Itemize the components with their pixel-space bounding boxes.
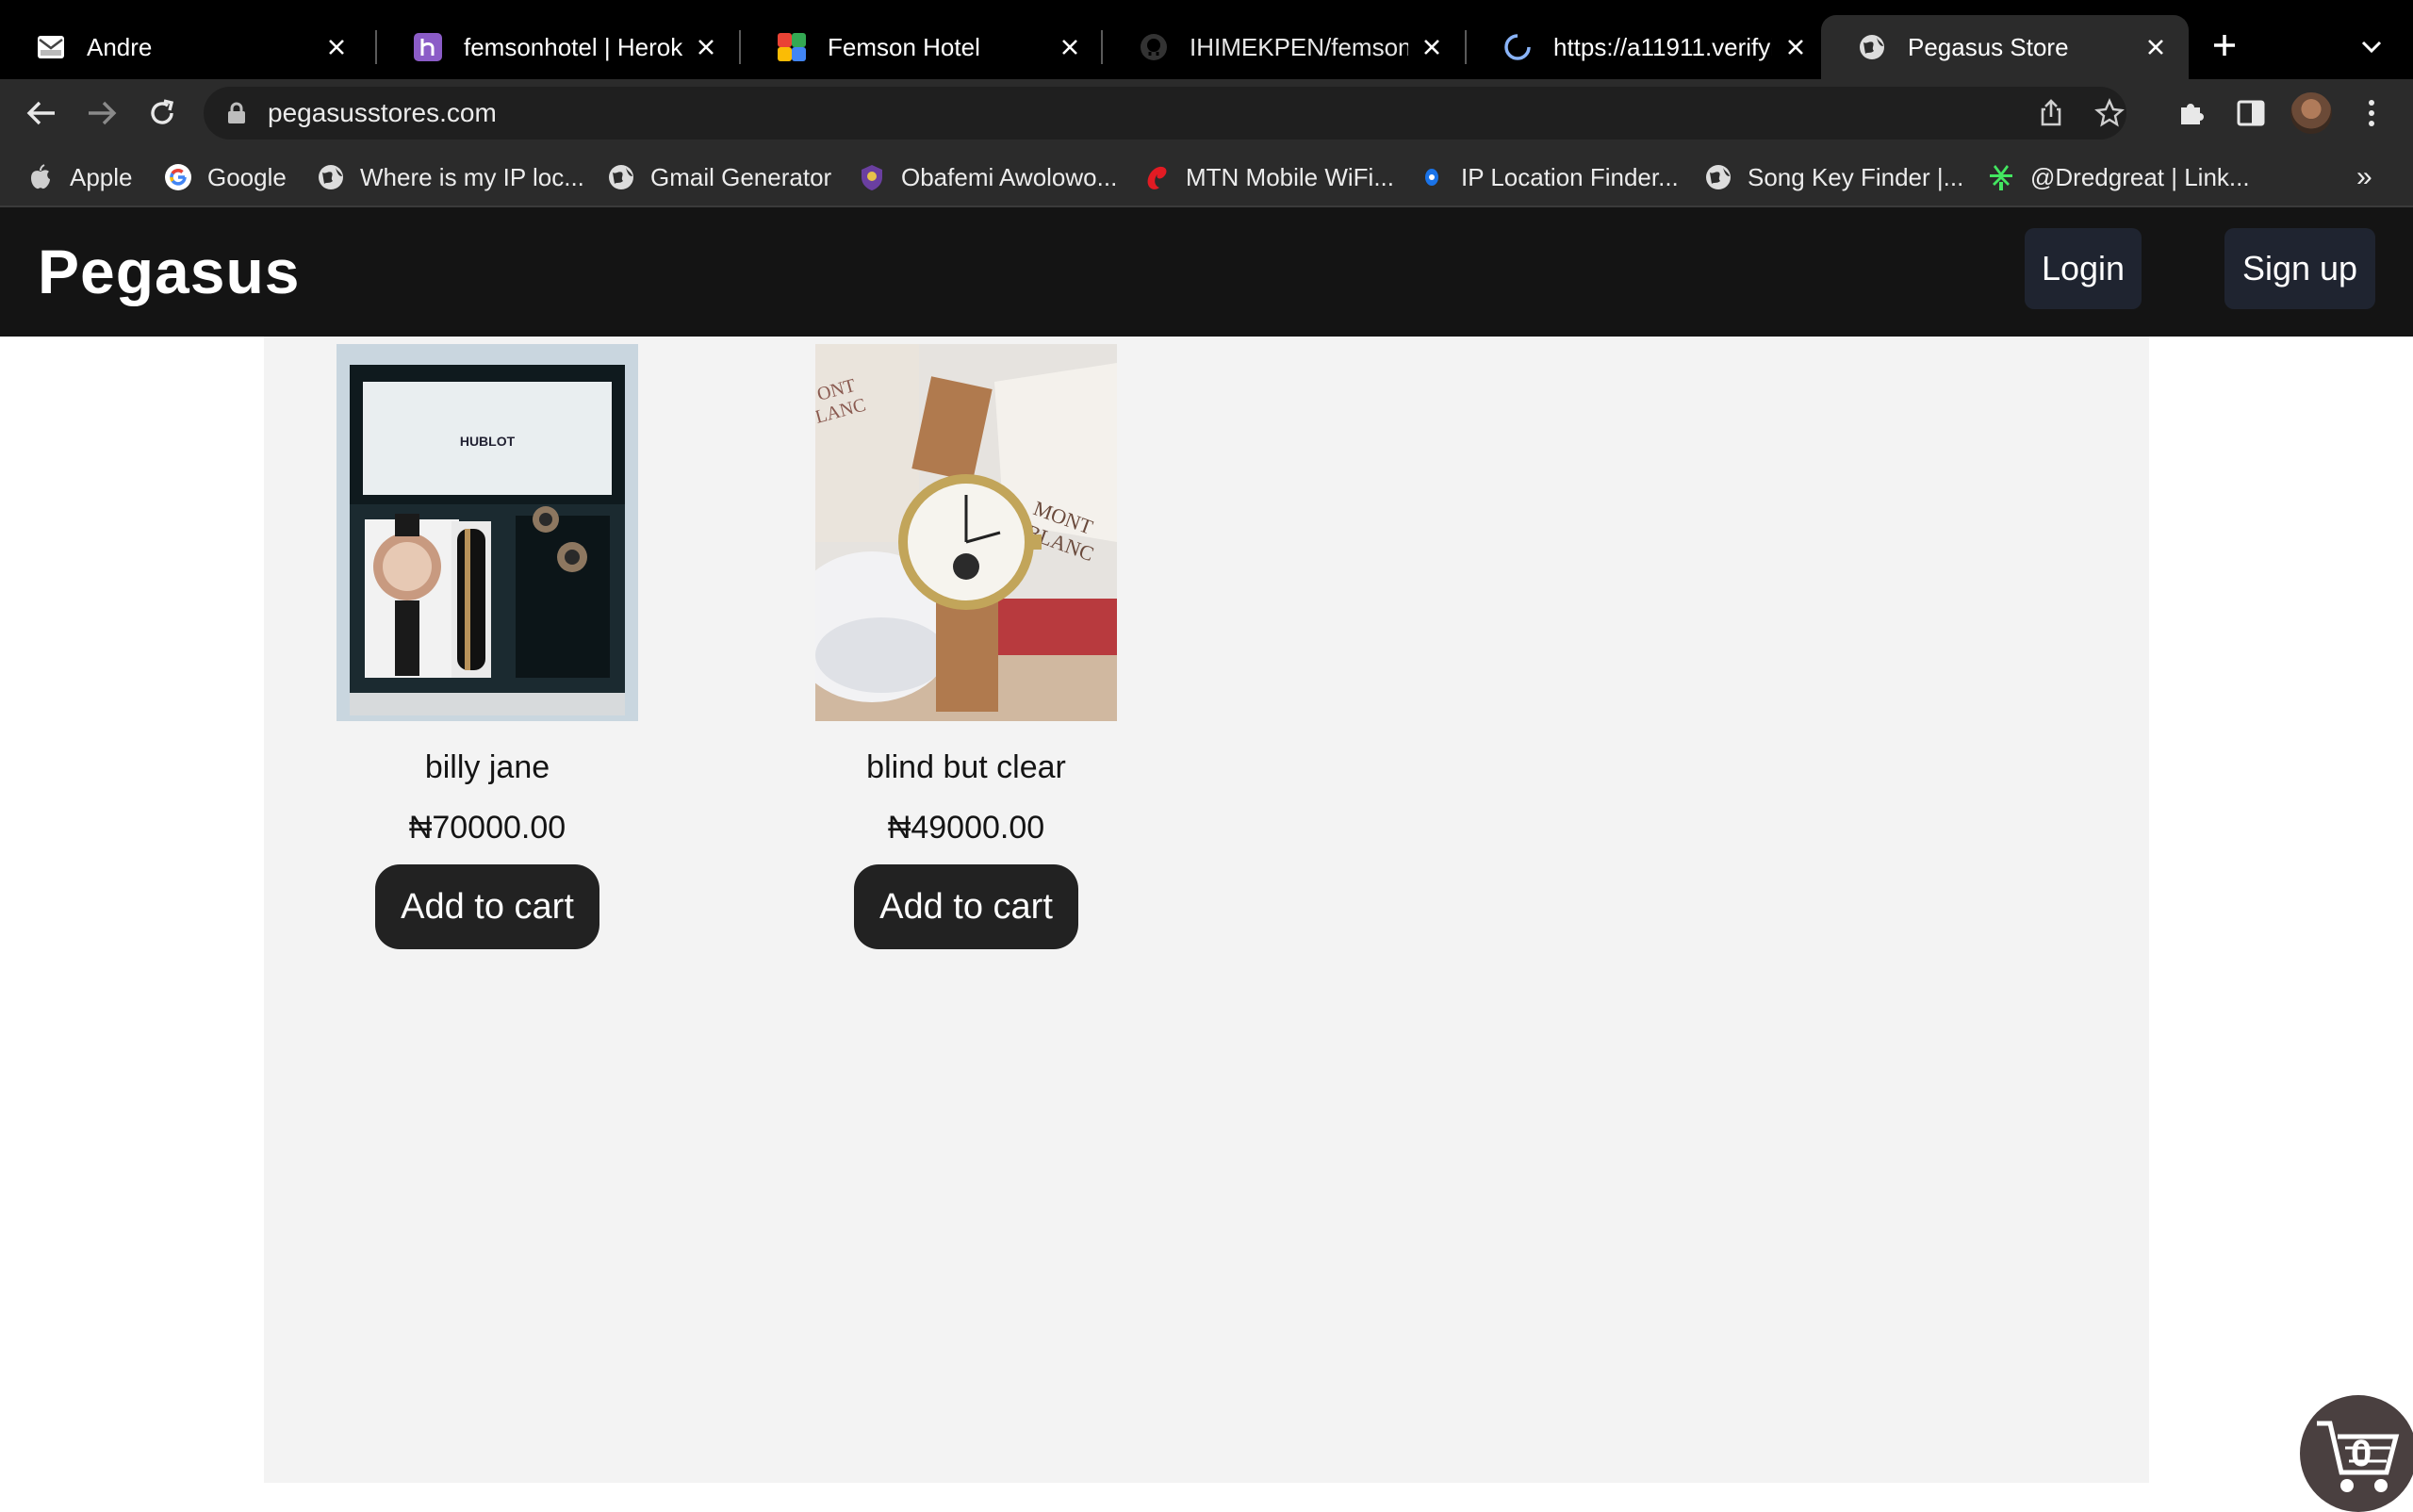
browser-tab-strip: Andre femsonhotel | Heroku Femson Hotel … [0,0,2413,79]
globe-icon [607,163,635,191]
github-icon [1139,32,1169,62]
product-price: ₦70000.00 [408,810,566,846]
tab-title: IHIMEKPEN/femson-hotel [1190,32,1408,61]
add-to-cart-button[interactable]: Add to cart [375,864,599,949]
tab-title: https://a11911.verifyisr [1553,32,1772,61]
bookmark-google[interactable]: Google [164,158,287,196]
bookmark-label: IP Location Finder... [1461,162,1679,191]
cart-count-badge: 0 [2351,1433,2372,1474]
hublot-watch-box-image: HUBLOT [337,344,638,721]
crest-icon [858,163,886,191]
site-logo[interactable]: Pegasus [38,207,300,337]
forward-button[interactable] [83,94,121,132]
add-to-cart-button[interactable]: Add to cart [854,864,1078,949]
montblanc-watch-image: MONT BLANC ONT LANC [815,344,1117,721]
apple-icon [26,163,55,191]
new-tab-button[interactable] [2206,26,2243,64]
svg-text:HUBLOT: HUBLOT [460,434,516,449]
bookmark-star-icon[interactable] [2094,98,2125,128]
product-grid: HUBLOT billy jane ₦70000.00 Add to cart [264,337,2149,1483]
bookmark-label: Apple [70,162,133,191]
tab-github-repo[interactable]: IHIMEKPEN/femson-hotel [1103,15,1465,79]
back-arrow-icon [26,101,55,125]
close-icon[interactable] [692,33,720,61]
bookmark-label: Where is my IP loc... [360,162,584,191]
close-icon[interactable] [2142,33,2170,61]
bookmark-label: Google [207,162,287,191]
google-icon [164,163,192,191]
tab-title: Pegasus Store [1908,32,2069,61]
product-name[interactable]: blind but clear [815,749,1117,786]
side-panel-button[interactable] [2232,94,2270,132]
tab-title: Andre [87,32,153,61]
linktree-icon [1987,163,2015,191]
bookmark-obafemi-awolowo[interactable]: Obafemi Awolowo... [858,158,1117,196]
airtel-icon [1142,163,1171,191]
forward-arrow-icon [89,101,117,125]
bookmark-where-is-my-ip[interactable]: Where is my IP loc... [317,158,584,196]
tab-femsonhotel-heroku[interactable]: femsonhotel | Heroku [377,15,739,79]
side-panel-icon [2237,100,2265,126]
share-icon[interactable] [2036,98,2066,128]
location-icon [1418,163,1446,191]
more-vertical-icon [2369,100,2374,126]
close-icon[interactable] [322,33,351,61]
loading-spinner-icon [1502,32,1533,62]
site-header: Pegasus Login Sign up [0,207,2413,337]
puzzle-icon [2181,104,2204,124]
product-image[interactable]: MONT BLANC ONT LANC [815,344,1117,721]
mail-icon [36,32,66,62]
product-name[interactable]: billy jane [337,749,638,786]
browser-toolbar: pegasusstores.com [0,79,2413,147]
globe-icon [1704,163,1732,191]
login-button[interactable]: Login [2025,228,2142,309]
url-text: pegasusstores.com [268,98,497,127]
close-icon[interactable] [1418,33,1446,61]
bookmark-dredgreat-linktree[interactable]: @Dredgreat | Link... [1987,158,2250,196]
tab-title: Femson Hotel [828,32,980,61]
tab-andre[interactable]: Andre [0,15,369,79]
bookmark-label: MTN Mobile WiFi... [1186,162,1394,191]
reload-icon [151,99,174,124]
bookmark-song-key-finder[interactable]: Song Key Finder |... [1704,158,1963,196]
floating-cart-button[interactable]: 0 [2300,1395,2413,1512]
profile-avatar[interactable] [2290,92,2332,134]
globe-icon [1857,32,1887,62]
tab-femson-hotel[interactable]: Femson Hotel [741,15,1103,79]
tab-search-button[interactable] [2353,28,2390,66]
bookmarks-bar: Apple Google Where is my IP loc... Gmail… [0,147,2413,207]
tab-verifyisr[interactable]: https://a11911.verifyisr [1467,15,1829,79]
bookmarks-overflow-button[interactable]: » [2356,158,2372,196]
product-card: HUBLOT billy jane ₦70000.00 Add to cart [337,344,638,949]
colorful-app-icon [777,32,807,62]
bookmark-label: @Dredgreat | Link... [2030,162,2250,191]
bookmark-mtn-mobile-wifi[interactable]: MTN Mobile WiFi... [1142,158,1394,196]
tab-pegasus-store[interactable]: Pegasus Store [1821,15,2189,79]
bookmark-apple[interactable]: Apple [26,158,133,196]
plus-icon [2214,35,2235,56]
reload-button[interactable] [143,94,181,132]
globe-icon [317,163,345,191]
back-button[interactable] [23,94,60,132]
extensions-button[interactable] [2172,94,2209,132]
heroku-icon [413,32,443,62]
close-icon[interactable] [1056,33,1084,61]
bookmark-label: Song Key Finder |... [1748,162,1964,191]
chevron-down-icon [2361,41,2382,54]
product-card: MONT BLANC ONT LANC blind but clear ₦490… [815,344,1117,949]
bookmark-gmail-generator[interactable]: Gmail Generator [607,158,831,196]
bookmark-ip-location-finder[interactable]: IP Location Finder... [1418,158,1679,196]
signup-button[interactable]: Sign up [2224,228,2375,309]
address-bar[interactable]: pegasusstores.com [204,87,2126,140]
product-image[interactable]: HUBLOT [337,344,638,721]
lock-icon [228,102,245,123]
close-icon[interactable] [1781,33,1810,61]
tab-title: femsonhotel | Heroku [464,32,682,61]
bookmark-label: Gmail Generator [650,162,832,191]
product-price: ₦49000.00 [887,810,1045,846]
browser-menu-button[interactable] [2353,94,2390,132]
bookmark-label: Obafemi Awolowo... [901,162,1118,191]
